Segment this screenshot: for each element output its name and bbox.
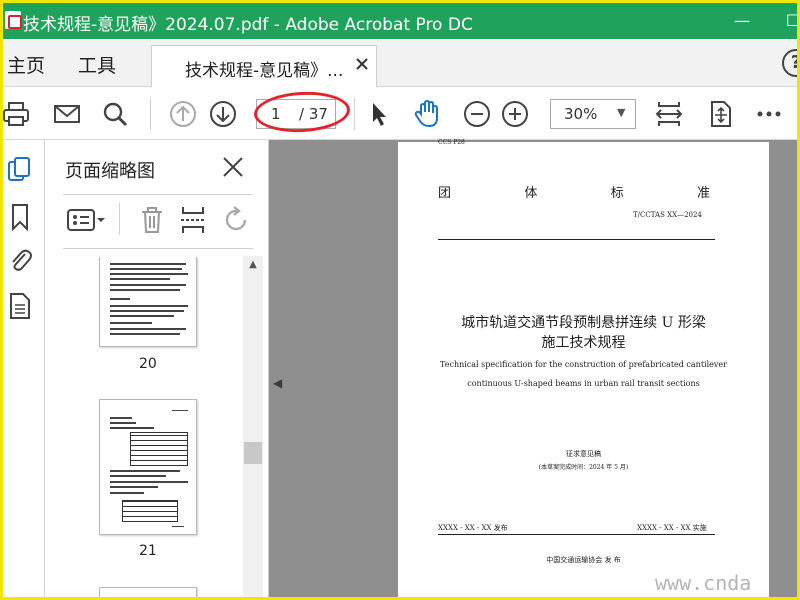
more-icon[interactable]: [755, 100, 783, 128]
divider: [63, 194, 253, 195]
zoom-value: 30%: [564, 105, 598, 123]
title-en-line2: continuous U-shaped beams in urban rail …: [467, 379, 700, 388]
thumbnail-page-number: 20: [139, 356, 157, 372]
close-icon[interactable]: [352, 54, 372, 74]
issuer: 中国交通运输协会 发 布: [546, 556, 621, 564]
search-icon[interactable]: [101, 100, 129, 128]
document-icon[interactable]: [7, 292, 33, 320]
divider: [438, 534, 715, 535]
thumbnail-page-number: 21: [139, 543, 157, 559]
collapse-panel-icon[interactable]: ◀: [273, 376, 282, 390]
chevron-down-icon: ▼: [617, 106, 626, 119]
scrolling-mode-icon[interactable]: [706, 100, 734, 128]
watermark: www.cnda: [655, 571, 752, 595]
scroll-up-icon[interactable]: ▲: [243, 256, 263, 274]
hand-tool-icon[interactable]: [413, 99, 441, 128]
trash-icon[interactable]: [139, 205, 165, 235]
scrollbar[interactable]: [243, 256, 263, 597]
title-bar: 技术规程-意见稿》2024.07.pdf - Adobe Acrobat Pro…: [3, 3, 797, 39]
tab-document[interactable]: 技术规程-意见稿》...: [151, 45, 377, 87]
thumbnail-page[interactable]: [99, 587, 197, 597]
draft-date: (本草案完成时间：2024 年 5 月): [538, 464, 629, 471]
thumbnail-page[interactable]: [99, 257, 197, 347]
menu-home[interactable]: 主页: [7, 51, 45, 78]
minimize-button[interactable]: —: [722, 9, 762, 33]
title-cn-line2: 施工技术规程: [541, 335, 626, 351]
panel-title: 页面缩略图: [65, 161, 155, 182]
window-title: 技术规程-意见稿》2024.07.pdf - Adobe Acrobat Pro…: [23, 15, 473, 35]
title-en: Technical specification for the construc…: [440, 360, 727, 369]
select-arrow-icon[interactable]: [365, 100, 393, 128]
maximize-button[interactable]: ☐: [773, 9, 797, 33]
highlight-annotation: [253, 89, 351, 135]
acrobat-logo-icon: [5, 11, 22, 29]
page-thumbnails-icon[interactable]: [7, 156, 33, 184]
thumbnail-options-icon[interactable]: [67, 205, 107, 235]
scrollbar-thumb[interactable]: [244, 442, 262, 464]
draft-status: 征求意见稿: [566, 450, 601, 458]
zoom-select[interactable]: 30% ▼: [550, 99, 636, 129]
ccs-code: CCS P28: [438, 139, 465, 146]
thumbnail-page[interactable]: [99, 399, 197, 535]
zoom-in-icon[interactable]: [501, 100, 529, 128]
standard-code: T/CCTAS XX—2024: [633, 211, 702, 219]
toolbar: 1 / 37 30% ▼: [3, 88, 797, 140]
standard-type: 团 体 标 准: [438, 186, 710, 201]
app-window: 技术规程-意见稿》2024.07.pdf - Adobe Acrobat Pro…: [0, 0, 800, 600]
attachment-icon[interactable]: [7, 246, 33, 274]
fit-page-icon[interactable]: [655, 100, 683, 128]
insert-page-icon[interactable]: [179, 205, 207, 235]
zoom-out-icon[interactable]: [463, 100, 491, 128]
title-cn: 城市轨道交通节段预制悬拼连续 U 形梁: [461, 315, 706, 331]
pdf-page: CCS P28 团 体 标 准 T/CCTAS XX—2024 城市轨道交通节段…: [398, 139, 769, 597]
help-icon[interactable]: ?: [782, 49, 797, 77]
toolbar-divider: [354, 98, 355, 130]
close-icon[interactable]: [221, 155, 245, 179]
publish-date: XXXX - XX - XX 发布: [438, 524, 508, 532]
toolbar-divider: [119, 203, 120, 235]
toolbar-divider: [150, 98, 151, 130]
implement-date: XXXX - XX - XX 实施: [637, 524, 707, 532]
bookmark-icon[interactable]: [7, 203, 33, 232]
email-icon[interactable]: [53, 100, 81, 128]
menu-tools[interactable]: 工具: [78, 51, 116, 78]
rotate-icon[interactable]: [223, 205, 251, 235]
divider: [63, 248, 253, 249]
navigation-rail: [3, 140, 45, 597]
tab-document-label: 技术规程-意见稿》...: [185, 61, 344, 81]
next-page-icon[interactable]: [209, 100, 237, 128]
document-view[interactable]: ◀ CCS P28 团 体 标 准 T/CCTAS XX—2024 城市轨道交通…: [269, 139, 797, 597]
divider: [438, 239, 715, 240]
print-icon[interactable]: [3, 100, 31, 128]
prev-page-icon[interactable]: [169, 100, 197, 128]
thumbnails-panel: 页面缩略图 20 21 ▲: [45, 140, 269, 597]
tab-row: 主页 工具 技术规程-意见稿》... ?: [3, 39, 797, 87]
